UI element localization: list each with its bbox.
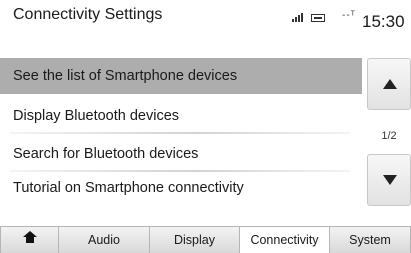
- arrow-down-icon: [383, 175, 397, 185]
- battery-icon: [311, 14, 325, 22]
- list-item-tutorial[interactable]: Tutorial on Smartphone connectivity: [0, 170, 362, 206]
- list-item-display-bluetooth[interactable]: Display Bluetooth devices: [0, 98, 362, 134]
- list-item-smartphone-devices[interactable]: See the list of Smartphone devices: [0, 58, 362, 94]
- page-title: Connectivity Settings: [13, 6, 163, 23]
- status-indicator: --ᵀ: [342, 10, 356, 21]
- tab-bar: Audio Display Connectivity System: [0, 226, 411, 253]
- tab-home[interactable]: [0, 226, 59, 253]
- signal-icon: [292, 12, 303, 22]
- tab-connectivity[interactable]: Connectivity: [239, 226, 330, 253]
- menu-list: See the list of Smartphone devices Displ…: [0, 58, 362, 206]
- divider: [10, 132, 350, 134]
- status-icons: [292, 12, 325, 22]
- tab-audio[interactable]: Audio: [58, 226, 150, 253]
- arrow-up-icon: [383, 79, 397, 89]
- scroll-up-button[interactable]: [367, 58, 411, 110]
- tab-display[interactable]: Display: [149, 226, 240, 253]
- scroll-down-button[interactable]: [367, 154, 411, 206]
- scroll-controls: 1/2: [367, 58, 411, 206]
- tab-system[interactable]: System: [329, 226, 411, 253]
- header-bar: Connectivity Settings --ᵀ 15:30: [0, 0, 411, 44]
- list-item-search-bluetooth[interactable]: Search for Bluetooth devices: [0, 136, 362, 172]
- page-indicator: 1/2: [381, 130, 397, 142]
- clock: 15:30: [362, 12, 405, 31]
- home-icon: [23, 231, 37, 245]
